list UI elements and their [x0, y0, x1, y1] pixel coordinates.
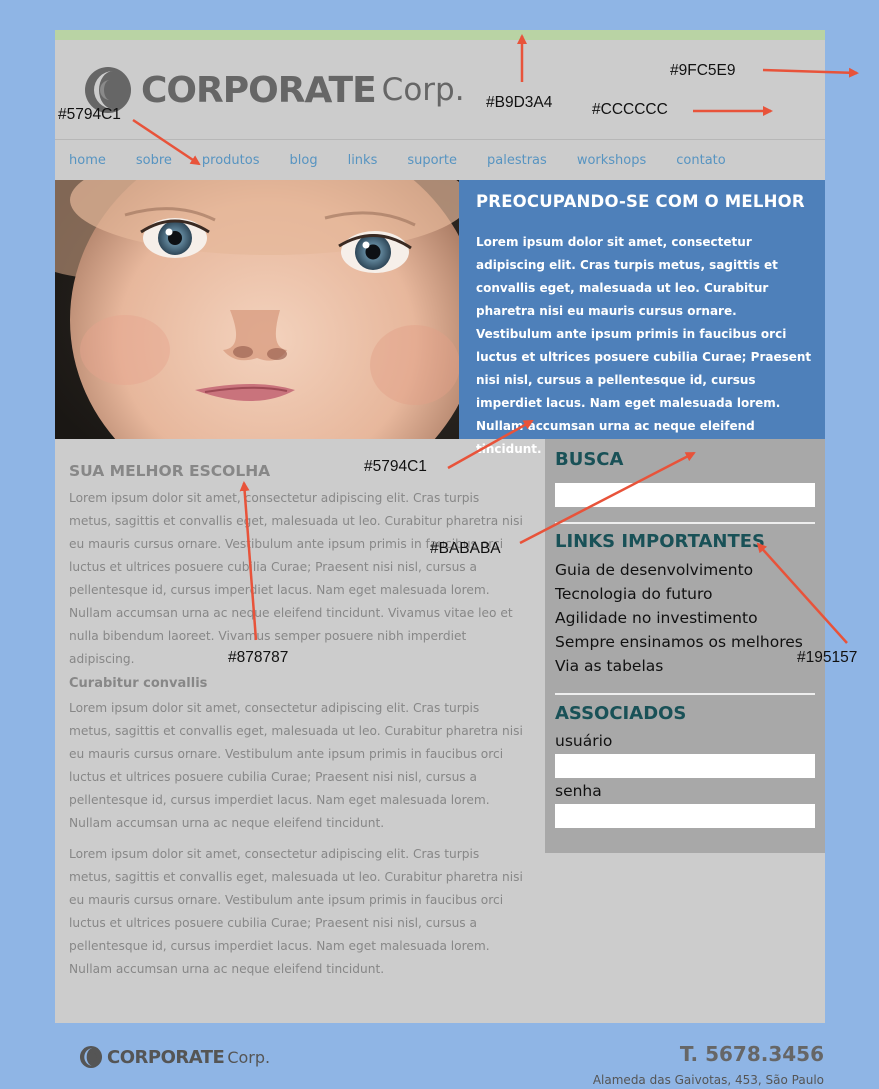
footer-brand-bold: CORPORATE — [107, 1046, 225, 1068]
nav-workshops[interactable]: workshops — [577, 153, 646, 168]
main-heading: SUA MELHOR ESCOLHA — [69, 462, 271, 480]
sidebar-divider — [555, 522, 815, 524]
site-logo[interactable]: CORPORATE Corp. — [83, 66, 465, 114]
links-title: LINKS IMPORTANTES — [555, 531, 765, 552]
sidebar-divider — [555, 693, 815, 695]
main-paragraph-1: Lorem ipsum dolor sit amet, consectetur … — [69, 491, 523, 666]
annotation-bg-blue: #9FC5E9 — [670, 62, 736, 79]
sidebar-link-agilidade[interactable]: Agilidade no investimento — [555, 606, 803, 630]
search-title: BUSCA — [555, 449, 624, 470]
main-paragraph-3: Lorem ipsum dolor sit amet, consectetur … — [69, 847, 523, 976]
nav-blog[interactable]: blog — [290, 153, 318, 168]
username-label: usuário — [555, 732, 613, 750]
brand-name-bold: CORPORATE — [141, 69, 377, 111]
hero-photo — [55, 180, 459, 439]
nav-sobre[interactable]: sobre — [136, 153, 172, 168]
footer-logo[interactable]: CORPORATE Corp. — [79, 1045, 270, 1069]
footer-logo-mark-icon — [79, 1045, 103, 1069]
main-subheading: Curabitur convallis — [69, 676, 208, 691]
sidebar-link-guia[interactable]: Guia de desenvolvimento — [555, 558, 803, 582]
hero-text: Lorem ipsum dolor sit amet, consectetur … — [476, 235, 812, 456]
child-portrait-image — [55, 180, 459, 439]
annotation-sidebar-gray: #BABABA — [430, 540, 501, 557]
main-nav: home sobre produtos blog links suporte p… — [55, 140, 825, 180]
footer-address: Alameda das Gaivotas, 453, São Paulo — [592, 1073, 824, 1087]
annotation-gray-panel: #CCCCCC — [592, 101, 668, 118]
main-paragraph-2: Lorem ipsum dolor sit amet, consectetur … — [69, 701, 523, 830]
nav-home[interactable]: home — [69, 153, 106, 168]
sidebar-link-sempre[interactable]: Sempre ensinamos os melhores — [555, 630, 803, 654]
nav-contato[interactable]: contato — [676, 153, 725, 168]
assoc-title: ASSOCIADOS — [555, 703, 687, 724]
nav-suporte[interactable]: suporte — [407, 153, 457, 168]
annotation-hero-blue: #5794C1 — [364, 458, 427, 475]
page-container: CORPORATE Corp. home sobre produtos blog… — [55, 30, 825, 1023]
password-label: senha — [555, 782, 602, 800]
username-field[interactable] — [555, 754, 815, 778]
footer-brand-light: Corp. — [227, 1047, 271, 1067]
important-links-list: Guia de desenvolvimento Tecnologia do fu… — [555, 558, 803, 678]
annotation-green: #B9D3A4 — [486, 94, 553, 111]
footer-phone: T. 5678.3456 — [679, 1042, 824, 1066]
nav-produtos[interactable]: produtos — [202, 153, 260, 168]
annotation-nav-blue: #5794C1 — [58, 106, 121, 123]
brand-name-light: Corp. — [381, 72, 465, 108]
sidebar-link-tabelas[interactable]: Via as tabelas — [555, 654, 803, 678]
hero-panel: PREOCUPANDO-SE COM O MELHOR Lorem ipsum … — [459, 180, 825, 456]
hero-title: PREOCUPANDO-SE COM O MELHOR — [476, 192, 805, 211]
annotation-text-gray: #878787 — [228, 649, 289, 666]
sidebar-link-tecnologia[interactable]: Tecnologia do futuro — [555, 582, 803, 606]
search-input[interactable] — [555, 483, 815, 507]
nav-palestras[interactable]: palestras — [487, 153, 547, 168]
annotation-teal: #195157 — [797, 649, 858, 666]
sidebar: BUSCA LINKS IMPORTANTES Guia de desenvol… — [545, 439, 825, 853]
password-field[interactable] — [555, 804, 815, 828]
top-accent-bar — [55, 30, 825, 40]
nav-links[interactable]: links — [348, 153, 378, 168]
